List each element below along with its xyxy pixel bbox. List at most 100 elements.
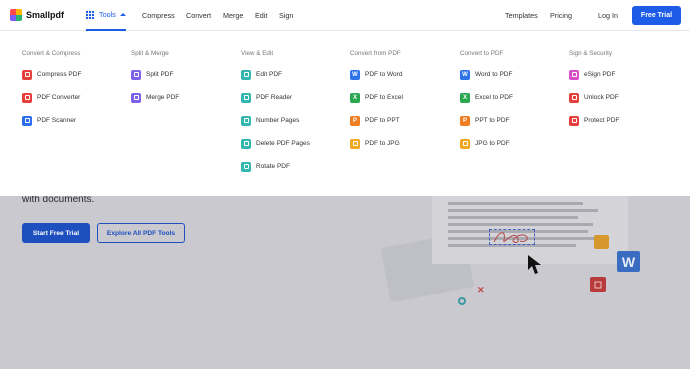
menu-column: Convert & Compress Compress PDF PDF Conver… — [22, 49, 81, 132]
menu-item[interactable]: PDF Reader — [241, 86, 310, 109]
menu-item-label: eSign PDF — [584, 71, 616, 78]
start-free-trial-button[interactable]: Start Free Trial — [22, 223, 90, 243]
tools-menu-button[interactable]: Tools — [86, 0, 126, 31]
delete-pages-icon — [241, 138, 251, 149]
logo-text: Smallpdf — [26, 10, 65, 20]
menu-item[interactable]: X Excel to PDF — [460, 86, 513, 109]
cross-decoration: ✕ — [477, 285, 485, 295]
menu-item[interactable]: Protect PDF — [569, 109, 619, 132]
menu-item-label: Word to PDF — [475, 71, 513, 78]
menu-item-label: PDF to Word — [365, 71, 403, 78]
tools-dropdown-panel: Convert & Compress Compress PDF PDF Conver… — [0, 31, 690, 196]
menu-column: Split & Merge Split PDF Merge PDF — [131, 49, 179, 109]
menu-item-label: Rotate PDF — [256, 163, 290, 170]
esign-icon — [569, 69, 579, 80]
nav-compress[interactable]: Compress — [142, 11, 175, 20]
jpg-icon — [350, 138, 360, 149]
menu-item-label: Compress PDF — [37, 71, 82, 78]
jpg-icon — [460, 138, 470, 149]
compress-icon — [22, 69, 32, 80]
cursor-icon — [528, 255, 541, 274]
menu-item[interactable]: Rotate PDF — [241, 155, 310, 178]
scanner-icon — [22, 115, 32, 126]
number-pages-icon — [241, 115, 251, 126]
word-icon: W — [460, 69, 470, 80]
menu-item-label: Excel to PDF — [475, 94, 513, 101]
menu-item-label: Unlock PDF — [584, 94, 619, 101]
menu-item[interactable]: eSign PDF — [569, 63, 619, 86]
image-icon — [594, 235, 609, 249]
ppt-icon: P — [350, 115, 360, 126]
nav-edit[interactable]: Edit — [255, 11, 267, 20]
circle-decoration — [458, 297, 466, 305]
tools-label: Tools — [99, 10, 116, 19]
merge-icon — [131, 92, 141, 103]
menu-item-label: PDF Reader — [256, 94, 293, 101]
nav-sign[interactable]: Sign — [279, 11, 293, 20]
excel-icon: X — [460, 92, 470, 103]
reader-icon — [241, 92, 251, 103]
nav-convert[interactable]: Convert — [186, 11, 211, 20]
menu-column-title: Split & Merge — [131, 50, 169, 57]
menu-item-label: Delete PDF Pages — [256, 140, 310, 147]
menu-item[interactable]: Compress PDF — [22, 63, 81, 86]
menu-item[interactable]: Split PDF — [131, 63, 179, 86]
ppt-icon: P — [460, 115, 470, 126]
menu-item[interactable]: X PDF to Excel — [350, 86, 403, 109]
nav-pricing[interactable]: Pricing — [550, 11, 572, 20]
menu-column-title: Sign & Security — [569, 50, 613, 57]
menu-column: Convert to PDF W Word to PDF X Excel to PDF P… — [460, 49, 513, 155]
logo-mark-icon — [10, 9, 22, 21]
menu-column-title: View & Edit — [241, 50, 274, 57]
menu-item[interactable]: PDF Scanner — [22, 109, 81, 132]
menu-item-label: JPG to PDF — [475, 140, 510, 147]
menu-item-label: Edit PDF — [256, 71, 283, 78]
top-header: Smallpdf Tools Compress Convert Merge Ed… — [0, 0, 690, 31]
unlock-icon — [569, 92, 579, 103]
split-icon — [131, 69, 141, 80]
menu-column-title: Convert & Compress — [22, 50, 81, 57]
menu-item-label: PDF to Excel — [365, 94, 403, 101]
menu-item[interactable]: P PDF to PPT — [350, 109, 403, 132]
edit-icon — [241, 69, 251, 80]
rotate-icon — [241, 161, 251, 172]
nav-templates[interactable]: Templates — [505, 11, 538, 20]
menu-item[interactable]: Edit PDF — [241, 63, 310, 86]
word-icon: W — [617, 251, 640, 272]
menu-column: Convert from PDF W PDF to Word X PDF to Exce… — [350, 49, 403, 155]
menu-item[interactable]: W Word to PDF — [460, 63, 513, 86]
explore-tools-button[interactable]: Explore All PDF Tools — [97, 223, 185, 243]
menu-item-label: Split PDF — [146, 71, 174, 78]
menu-item-label: PPT to PDF — [475, 117, 510, 124]
login-link[interactable]: Log In — [598, 11, 618, 20]
word-icon: W — [350, 69, 360, 80]
protect-icon — [569, 115, 579, 126]
menu-column: Sign & Security eSign PDF Unlock PDF Protec… — [569, 49, 619, 132]
menu-item[interactable]: PDF to JPG — [350, 132, 403, 155]
signature-box — [489, 229, 535, 245]
menu-item-label: PDF Scanner — [37, 117, 77, 124]
logo[interactable]: Smallpdf — [10, 9, 64, 21]
grid-icon — [86, 10, 94, 19]
menu-item[interactable]: Number Pages — [241, 109, 310, 132]
menu-item-label: Number Pages — [256, 117, 300, 124]
menu-item-label: Protect PDF — [584, 117, 620, 124]
menu-item[interactable]: W PDF to Word — [350, 63, 403, 86]
menu-column-title: Convert to PDF — [460, 50, 504, 57]
menu-item[interactable]: PDF Converter — [22, 86, 81, 109]
menu-item-label: PDF Converter — [37, 94, 81, 101]
pdf-shape-icon — [590, 277, 606, 292]
menu-item[interactable]: P PPT to PDF — [460, 109, 513, 132]
excel-icon: X — [350, 92, 360, 103]
menu-column: View & Edit Edit PDF PDF Reader Number Page… — [241, 49, 310, 178]
menu-item[interactable]: Delete PDF Pages — [241, 132, 310, 155]
menu-item-label: PDF to JPG — [365, 140, 400, 147]
menu-column-title: Convert from PDF — [350, 50, 401, 57]
free-trial-button[interactable]: Free Trial — [632, 6, 681, 25]
menu-item[interactable]: Merge PDF — [131, 86, 179, 109]
nav-merge[interactable]: Merge — [223, 11, 243, 20]
converter-icon — [22, 92, 32, 103]
menu-item[interactable]: Unlock PDF — [569, 86, 619, 109]
menu-item[interactable]: JPG to PDF — [460, 132, 513, 155]
menu-item-label: PDF to PPT — [365, 117, 400, 124]
